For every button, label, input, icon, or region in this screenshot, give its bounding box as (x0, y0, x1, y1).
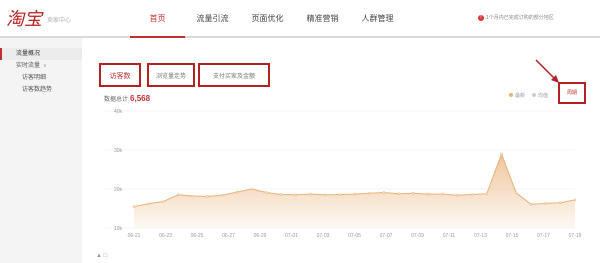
footer-marker: ▲ □ (96, 253, 108, 259)
data-point (191, 194, 195, 198)
data-point (456, 193, 459, 197)
data-point (250, 187, 253, 191)
y-tick-label: 30k (114, 148, 123, 154)
data-point (338, 193, 342, 196)
data-point (147, 202, 150, 206)
x-tick-label: 07-17 (537, 233, 550, 239)
data-point (382, 191, 386, 194)
data-point (411, 192, 415, 195)
x-axis: 06-21 06-23 06-25 06-27 06-29 07-01 07-03 07-05… (128, 233, 582, 239)
series-area (134, 153, 575, 228)
y-axis: 40k 30k 20k 10k (114, 109, 123, 232)
data-point (235, 190, 239, 194)
data-point (558, 201, 562, 204)
data-point (500, 152, 503, 156)
data-point (470, 193, 474, 196)
data-point (132, 205, 136, 208)
x-tick-label: 07-19 (569, 233, 582, 239)
x-tick-label: 07-15 (506, 233, 519, 239)
x-tick-label: 06-23 (159, 233, 172, 239)
x-tick-label: 06-21 (128, 233, 141, 239)
data-point (279, 193, 283, 196)
data-point (573, 198, 577, 202)
y-tick-label: 40k (114, 109, 123, 115)
data-point (529, 202, 533, 206)
x-tick-label: 07-03 (317, 233, 330, 239)
x-tick-label: 07-05 (348, 233, 361, 239)
data-point (264, 191, 268, 194)
data-point (206, 195, 209, 198)
data-point (426, 192, 430, 196)
x-tick-label: 07-09 (411, 233, 424, 239)
data-point (294, 193, 298, 197)
x-tick-label: 07-13 (474, 233, 487, 239)
x-tick-label: 07-01 (285, 233, 298, 239)
series-group (132, 152, 577, 228)
data-point (397, 192, 400, 195)
data-point (544, 202, 547, 205)
x-tick-label: 07-07 (380, 233, 393, 239)
data-point (367, 192, 371, 195)
x-tick-label: 06-27 (222, 233, 235, 239)
data-point (162, 200, 165, 203)
data-point (220, 193, 224, 197)
x-tick-label: 06-29 (254, 233, 267, 239)
data-point (309, 192, 312, 196)
visitor-trend-chart: 40k 30k 20k 10k 06-21 06-23 06-25 06-27 06-29 07… (104, 109, 582, 239)
data-point (441, 192, 445, 196)
data-point (176, 193, 180, 197)
data-point (485, 192, 489, 195)
data-point (514, 191, 518, 195)
x-tick-label: 06-25 (191, 233, 204, 239)
y-tick-label: 20k (114, 187, 123, 193)
x-tick-label: 07-11 (443, 233, 456, 239)
data-point (323, 193, 327, 197)
y-tick-label: 10k (114, 226, 123, 232)
data-point (353, 192, 356, 196)
